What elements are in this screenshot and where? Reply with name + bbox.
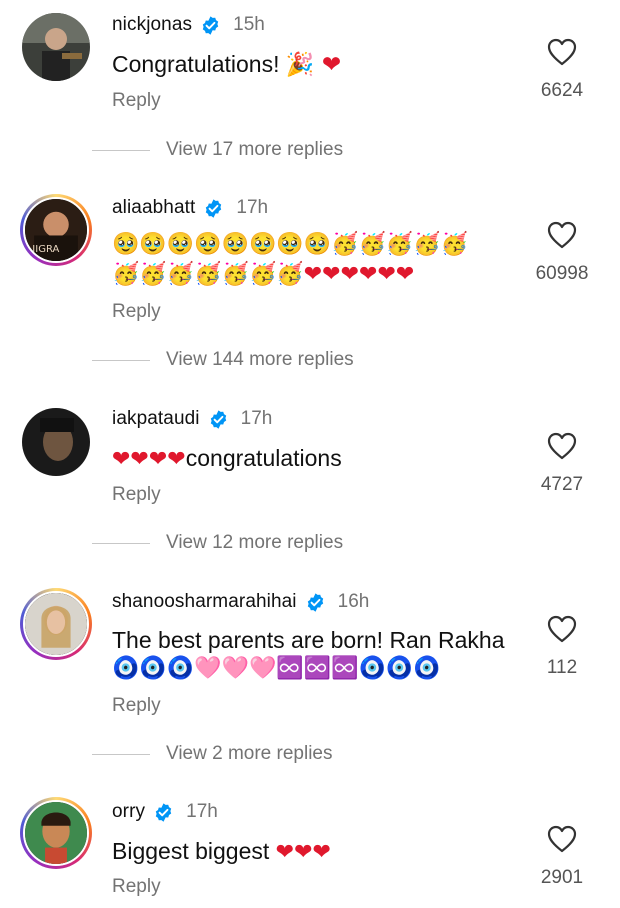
like-count: 4727 — [540, 474, 584, 495]
like-count: 112 — [546, 657, 578, 678]
view-replies-button[interactable]: View 2 more replies — [92, 743, 333, 765]
timestamp: 16h — [337, 591, 370, 612]
timestamp: 17h — [186, 801, 218, 822]
divider-line — [92, 149, 150, 151]
comment-emoji: 🎉 ❤ — [285, 52, 342, 78]
divider-line — [92, 753, 150, 755]
username[interactable]: nickjonas — [112, 14, 192, 36]
avatar[interactable] — [20, 797, 92, 869]
comment-emoji: ❤❤❤❤ — [112, 447, 186, 472]
comment-text: The best parents are born! Ran Rakha — [112, 627, 505, 653]
avatar[interactable] — [22, 408, 90, 476]
like-section: 60998 — [522, 221, 602, 285]
view-replies-button[interactable]: View 17 more replies — [92, 139, 343, 161]
heart-outline-icon[interactable] — [547, 825, 577, 853]
avatar-photo — [22, 13, 90, 81]
heart-outline-icon[interactable] — [547, 221, 577, 249]
verified-badge-icon — [305, 592, 326, 613]
comment-text: Biggest biggest ❤❤❤ — [112, 836, 331, 868]
like-section: 4727 — [522, 432, 602, 496]
avatar-photo — [25, 593, 87, 655]
comment-text-content: Biggest biggest — [112, 838, 270, 864]
view-replies-button[interactable]: View 12 more replies — [92, 532, 343, 554]
like-count: 60998 — [535, 263, 589, 284]
avatar[interactable] — [22, 13, 90, 81]
comment-emoji-line: 🧿🧿🧿🩷🩷🩷♾️♾️♾️🧿🧿🧿 — [112, 656, 441, 681]
avatar-photo — [22, 408, 90, 476]
username[interactable]: orry — [112, 801, 145, 823]
reply-button[interactable]: Reply — [112, 301, 161, 323]
avatar-photo — [25, 802, 87, 864]
divider-line — [92, 542, 150, 544]
verified-badge-icon — [153, 802, 174, 823]
reply-button[interactable]: Reply — [112, 484, 161, 506]
comment-text-content: Congratulations! — [112, 51, 280, 77]
reply-button[interactable]: Reply — [112, 876, 161, 898]
heart-outline-icon[interactable] — [547, 432, 577, 460]
timestamp: 17h — [236, 197, 269, 218]
username[interactable]: iakpataudi — [112, 408, 200, 430]
view-replies-label: View 17 more replies — [166, 139, 344, 160]
view-replies-label: View 12 more replies — [166, 532, 344, 553]
avatar-text: JIGRA — [31, 244, 59, 255]
comment-emoji: ❤❤❤ — [275, 840, 331, 865]
comment-emoji-line-2: 🥳🥳🥳🥳🥳🥳🥳❤❤❤❤❤❤ — [112, 262, 415, 287]
view-replies-label: View 144 more replies — [166, 349, 354, 370]
timestamp: 17h — [240, 408, 273, 429]
view-replies-button[interactable]: View 144 more replies — [92, 349, 354, 371]
comment-text: ❤❤❤❤congratulations — [112, 443, 342, 475]
like-section: 112 — [522, 615, 602, 679]
comment-text-content: congratulations — [185, 445, 342, 471]
timestamp: 15h — [233, 14, 265, 35]
comment-emoji-line-1: 🥹🥹🥹🥹🥹🥹🥹🥹🥳🥳🥳🥳🥳 — [112, 232, 469, 257]
like-section: 2901 — [522, 825, 602, 889]
verified-badge-icon — [203, 198, 224, 219]
comment-text: Congratulations! 🎉 ❤ — [112, 49, 341, 80]
like-count: 2901 — [540, 867, 584, 888]
verified-badge-icon — [208, 409, 229, 430]
avatar[interactable] — [20, 588, 92, 660]
reply-button[interactable]: Reply — [112, 695, 161, 717]
like-count: 6624 — [540, 80, 584, 101]
verified-badge-icon — [200, 15, 221, 36]
username[interactable]: shanoosharmarahihai — [112, 591, 297, 613]
username[interactable]: aliaabhatt — [112, 197, 195, 219]
avatar[interactable]: JIGRA — [20, 194, 92, 266]
heart-outline-icon[interactable] — [547, 615, 577, 643]
like-section: 6624 — [522, 38, 602, 102]
view-replies-label: View 2 more replies — [166, 743, 333, 764]
heart-outline-icon[interactable] — [547, 38, 577, 66]
divider-line — [92, 359, 150, 361]
reply-button[interactable]: Reply — [112, 90, 161, 112]
avatar-photo: JIGRA — [25, 199, 87, 261]
